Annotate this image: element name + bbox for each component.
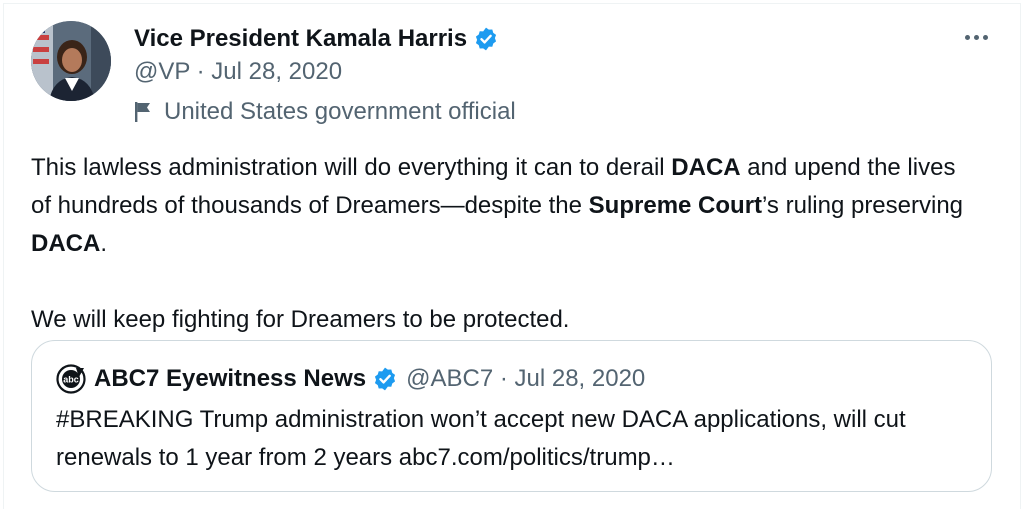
tweet-bold-supreme-court: Supreme Court: [588, 192, 763, 219]
author-handle-date[interactable]: @VP · Jul 28, 2020: [134, 57, 342, 87]
tweet-text: This lawless administration will do ever…: [31, 149, 981, 339]
account-label: United States government official: [134, 96, 516, 128]
flag-icon: [135, 102, 150, 122]
account-label-text: United States government official: [164, 98, 516, 125]
author-name-row: Vice President Kamala Harris: [134, 23, 499, 55]
tweet-paragraph-2: We will keep fighting for Dreamers to be…: [31, 306, 570, 333]
tweet-bold-daca: DACA: [31, 230, 101, 257]
quoted-tweet-card[interactable]: abc ABC7 Eyewitness News @ABC7 · Jul 28,…: [31, 340, 992, 492]
more-dot-icon: [973, 34, 979, 40]
tweet-text-segment: This lawless administration will do ever…: [31, 154, 672, 181]
avatar-image: [31, 21, 111, 101]
author-display-name[interactable]: Vice President Kamala Harris: [134, 23, 467, 55]
verified-badge-icon: [375, 367, 396, 391]
more-options-button[interactable]: [954, 24, 998, 50]
quoted-author-handle-date[interactable]: @ABC7 · Jul 28, 2020: [406, 365, 645, 393]
quoted-author-name[interactable]: ABC7 Eyewitness News: [94, 365, 366, 393]
more-dot-icon: [964, 34, 970, 40]
svg-text:abc: abc: [63, 375, 79, 385]
verified-badge-icon: [476, 27, 497, 51]
abc7-logo-icon: abc: [56, 364, 86, 394]
tweet-text-segment: ’s ruling preserving: [762, 192, 964, 219]
more-dot-icon: [982, 34, 988, 40]
quoted-tweet-header: abc ABC7 Eyewitness News @ABC7 · Jul 28,…: [56, 363, 645, 395]
quoted-tweet-text: #BREAKING Trump administration won’t acc…: [56, 406, 906, 471]
avatar[interactable]: [31, 21, 111, 101]
tweet-bold-daca: DACA: [671, 154, 741, 181]
tweet-text-segment: .: [100, 230, 107, 257]
tweet-paragraph-1: This lawless administration will do ever…: [31, 149, 981, 263]
